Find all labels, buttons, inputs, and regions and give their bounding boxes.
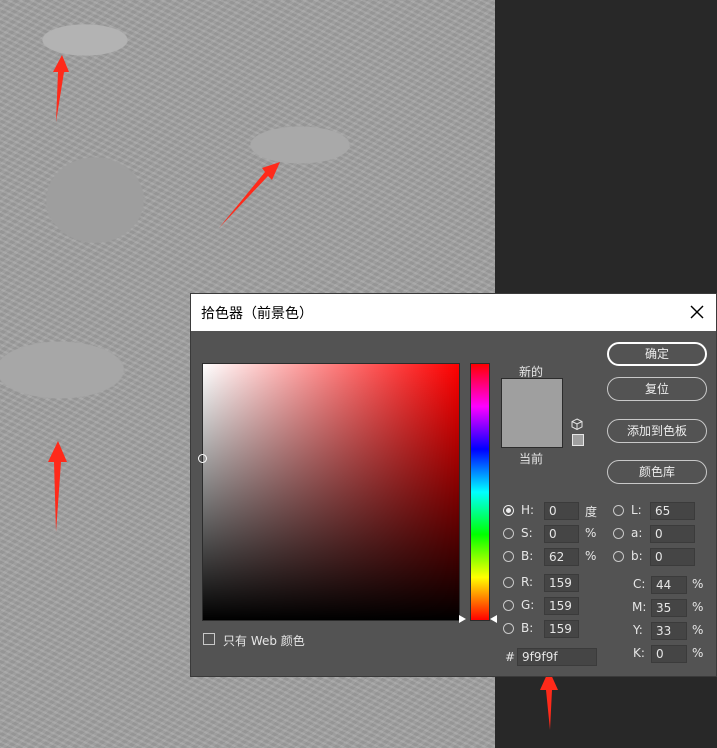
hue-slider[interactable] xyxy=(470,363,490,621)
hex-label: # xyxy=(505,650,516,664)
s-unit: % xyxy=(585,526,597,540)
lab-b-field[interactable]: 0 xyxy=(650,548,695,566)
m-label: M: xyxy=(632,600,647,614)
hex-field[interactable]: 9f9f9f xyxy=(517,648,597,666)
c-unit: % xyxy=(692,577,704,591)
k-field[interactable]: 0 xyxy=(651,645,687,663)
c-field[interactable]: 44 xyxy=(651,576,687,594)
ok-button[interactable]: 确定 xyxy=(607,342,707,366)
web-colors-only-label: 只有 Web 颜色 xyxy=(223,634,305,648)
lab-b-label: b: xyxy=(631,549,643,563)
web-colors-only-checkbox[interactable] xyxy=(203,633,215,645)
radio-g[interactable] xyxy=(503,600,514,611)
y-label: Y: xyxy=(633,623,643,637)
reset-button[interactable]: 复位 xyxy=(607,377,707,401)
a-field[interactable]: 0 xyxy=(650,525,695,543)
radio-h[interactable] xyxy=(503,505,514,516)
radio-r[interactable] xyxy=(503,577,514,588)
h-field[interactable]: 0 xyxy=(544,502,579,520)
current-color-label: 当前 xyxy=(519,452,544,466)
color-preview-swatch xyxy=(501,378,563,448)
s-label: S: xyxy=(521,526,533,540)
r-field[interactable]: 159 xyxy=(544,574,579,592)
l-field[interactable]: 65 xyxy=(650,502,695,520)
k-label: K: xyxy=(633,646,645,660)
c-label: C: xyxy=(633,577,646,591)
y-field[interactable]: 33 xyxy=(651,622,687,640)
radio-b[interactable] xyxy=(503,551,514,562)
add-to-swatches-button[interactable]: 添加到色板 xyxy=(607,419,707,443)
y-unit: % xyxy=(692,623,704,637)
web-safe-swatch-icon[interactable] xyxy=(572,434,584,446)
dialog-titlebar: 拾色器（前景色） xyxy=(191,294,716,331)
color-libraries-button[interactable]: 颜色库 xyxy=(607,460,707,484)
color-picker-dialog: 拾色器（前景色） 新的 当前 确定 复位 添加到色板 颜色库 H: 0 度 S:… xyxy=(190,293,717,677)
radio-l[interactable] xyxy=(613,505,624,516)
blue-field[interactable]: 159 xyxy=(544,620,579,638)
close-icon[interactable] xyxy=(688,303,706,321)
radio-lab-b[interactable] xyxy=(613,551,624,562)
g-label: G: xyxy=(521,598,535,612)
color-picker-marker[interactable] xyxy=(198,454,207,463)
s-field[interactable]: 0 xyxy=(544,525,579,543)
dialog-title: 拾色器（前景色） xyxy=(201,306,313,322)
k-unit: % xyxy=(692,646,704,660)
blue-label: B: xyxy=(521,621,534,635)
brightness-field[interactable]: 62 xyxy=(544,548,579,566)
radio-s[interactable] xyxy=(503,528,514,539)
out-of-gamut-cube-icon[interactable] xyxy=(571,418,583,430)
h-label: H: xyxy=(521,503,535,517)
b-unit: % xyxy=(585,549,597,563)
radio-blue[interactable] xyxy=(503,623,514,634)
m-field[interactable]: 35 xyxy=(651,599,687,617)
g-field[interactable]: 159 xyxy=(544,597,579,615)
saturation-brightness-field[interactable] xyxy=(198,363,460,621)
a-label: a: xyxy=(631,526,643,540)
m-unit: % xyxy=(692,600,704,614)
r-label: R: xyxy=(521,575,534,589)
l-label: L: xyxy=(631,503,642,517)
hue-slider-handle-left[interactable] xyxy=(459,615,466,623)
b-label: B: xyxy=(521,549,534,563)
h-unit: 度 xyxy=(585,505,598,519)
hue-slider-handle-right[interactable] xyxy=(490,615,497,623)
radio-a[interactable] xyxy=(613,528,624,539)
